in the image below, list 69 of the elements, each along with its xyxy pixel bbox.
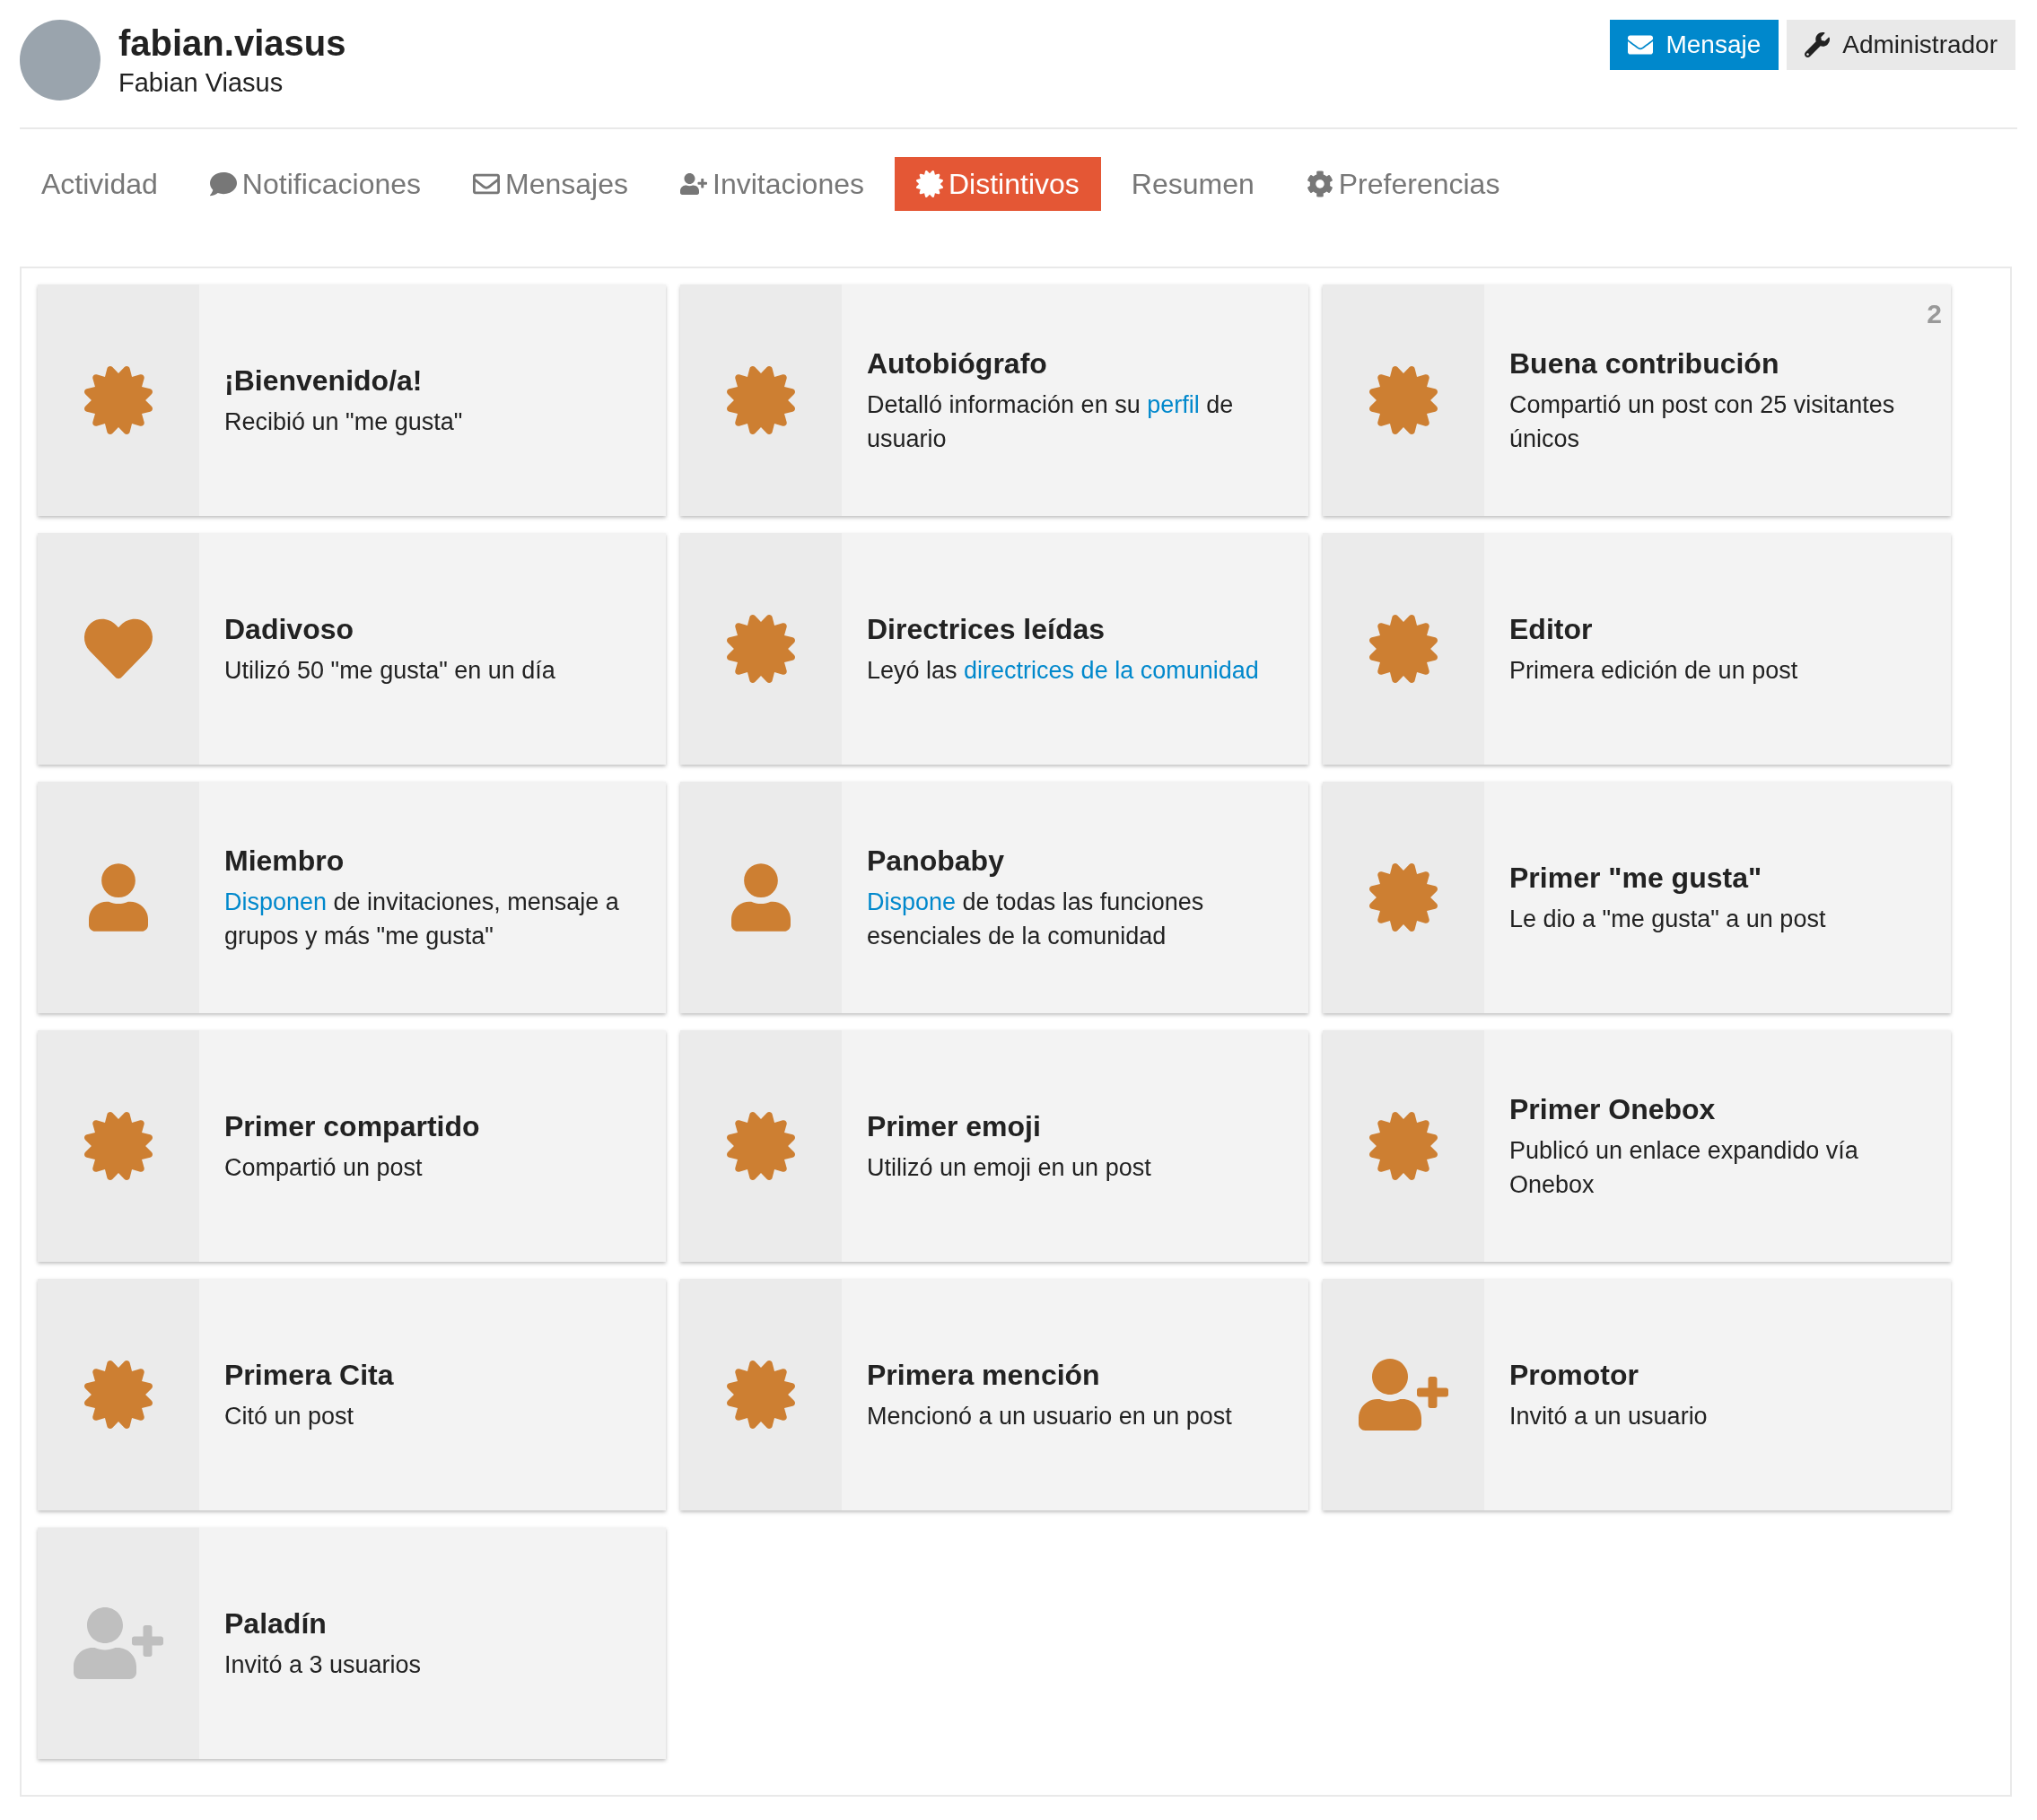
badge-title[interactable]: Dadivoso [224, 610, 555, 648]
badge-card[interactable]: Paladín Invitó a 3 usuarios [38, 1527, 666, 1759]
nav-tab[interactable]: Distintivos [895, 157, 1101, 211]
badge-card[interactable]: Primera mención Mencionó a un usuario en un post [680, 1279, 1308, 1510]
badge-card[interactable]: Editor Primera edición de un post [1323, 533, 1951, 765]
badge-title[interactable]: Miembro [224, 842, 630, 879]
badge-title[interactable]: Primer emoji [867, 1107, 1151, 1145]
description-link[interactable]: directrices de la comunidad [964, 657, 1259, 684]
badge-description: Detalló información en su perfil de usuario [867, 390, 1235, 454]
badge-card[interactable]: Primer "me gusta" Le dio a "me gusta" a un post [1323, 782, 1951, 1013]
badge-card[interactable]: Primer emoji Utilizó un emoji en un post [680, 1030, 1308, 1262]
badge-card[interactable]: Panobaby Dispone de todas las funciones esenciales de la comunidad [680, 782, 1308, 1013]
badge-card[interactable]: ¡Bienvenido/a! Recibió un "me gusta" [38, 284, 666, 516]
badge-title[interactable]: Autobiógrafo [867, 345, 1272, 382]
badge-description: Dispone de todas las funciones esenciales de la comunidad [867, 888, 1205, 951]
username: fabian.viasus [118, 22, 346, 65]
badge-description: Le dio a "me gusta" a un post [1509, 905, 1826, 934]
badge-card[interactable]: Miembro Disponen de invitaciones, mensaje a grupos y más "me gusta" [38, 782, 666, 1013]
badge-description: Utilizó un emoji en un post [867, 1153, 1151, 1183]
badge-card[interactable]: Buena contribución Compartió un post con 25 visitantes únicos 2 [1323, 284, 1951, 516]
badge-description: Recibió un "me gusta" [224, 407, 463, 437]
badge-title[interactable]: Editor [1509, 610, 1798, 648]
badge-title[interactable]: Primera mención [867, 1356, 1232, 1394]
description-link[interactable]: perfil [1147, 391, 1200, 418]
badge-description: Citó un post [224, 1402, 355, 1431]
badge-description: Leyó las directrices de la comunidad [867, 656, 1259, 686]
badge-card[interactable]: Primer Onebox Publicó un enlace expandido vía Onebox [1323, 1030, 1951, 1262]
badge-title[interactable]: Primera Cita [224, 1356, 394, 1394]
settings-icon [1306, 171, 1333, 197]
badge-title[interactable]: Buena contribución [1509, 345, 1915, 382]
badge-card[interactable]: Directrices leídas Leyó las directrices de la comunidad [680, 533, 1308, 765]
nav-tab[interactable]: Invitaciones [659, 157, 886, 211]
badge-description: Mencionó a un usuario en un post [867, 1402, 1232, 1431]
badge-card[interactable]: Dadivoso Utilizó 50 "me gusta" en un día [38, 533, 666, 765]
nav-tab[interactable]: Actividad [20, 157, 179, 211]
user-plus-icon [680, 171, 707, 197]
badge-description: Invitó a 3 usuarios [224, 1650, 422, 1680]
badge-description: Utilizó 50 "me gusta" en un día [224, 656, 555, 686]
badge-description: Compartió un post con 25 visitantes únicos [1509, 390, 1896, 454]
badge-description: Invitó a un usuario [1509, 1402, 1708, 1431]
description-link[interactable]: Disponen [224, 888, 328, 915]
badge-title[interactable]: Directrices leídas [867, 610, 1259, 648]
wrench-icon [1805, 32, 1831, 57]
nav-tab[interactable]: Resumen [1109, 157, 1276, 211]
admin-button[interactable]: Administrador [1787, 20, 2015, 70]
badge-description: Compartió un post [224, 1153, 424, 1183]
badge-count: 2 [1927, 298, 1942, 330]
speech-bubble-icon [209, 171, 237, 197]
badge-title[interactable]: Paladín [224, 1605, 422, 1642]
badge-card[interactable]: Promotor Invitó a un usuario [1323, 1279, 1951, 1510]
badge-card[interactable]: Primera Cita Citó un post [38, 1279, 666, 1510]
nav-tab[interactable]: Preferencias [1284, 157, 1522, 211]
nav-tab[interactable]: Mensajes [451, 157, 650, 211]
badge-description: Disponen de invitaciones, mensaje a grupos y más "me gusta" [224, 888, 620, 951]
nav-tab[interactable]: Notificaciones [188, 157, 443, 211]
badge-title[interactable]: Primer compartido [224, 1107, 480, 1145]
full-name: Fabian Viasus [118, 67, 284, 99]
description-link[interactable]: Dispone [867, 888, 957, 915]
badge-card[interactable]: Autobiógrafo Detalló información en su perfil de usuario [680, 284, 1308, 516]
badge-card[interactable]: Primer compartido Compartió un post [38, 1030, 666, 1262]
badge-description: Publicó un enlace expandido vía Onebox [1509, 1136, 1859, 1200]
badge-title[interactable]: Panobaby [867, 842, 1272, 879]
badge-description: Primera edición de un post [1509, 656, 1798, 686]
badge-title[interactable]: Promotor [1509, 1356, 1708, 1394]
badge-title[interactable]: Primer Onebox [1509, 1090, 1915, 1128]
badge-icon [916, 171, 943, 197]
badge-title[interactable]: Primer "me gusta" [1509, 859, 1826, 897]
message-button[interactable]: Mensaje [1610, 20, 1779, 70]
badge-title[interactable]: ¡Bienvenido/a! [224, 362, 463, 399]
